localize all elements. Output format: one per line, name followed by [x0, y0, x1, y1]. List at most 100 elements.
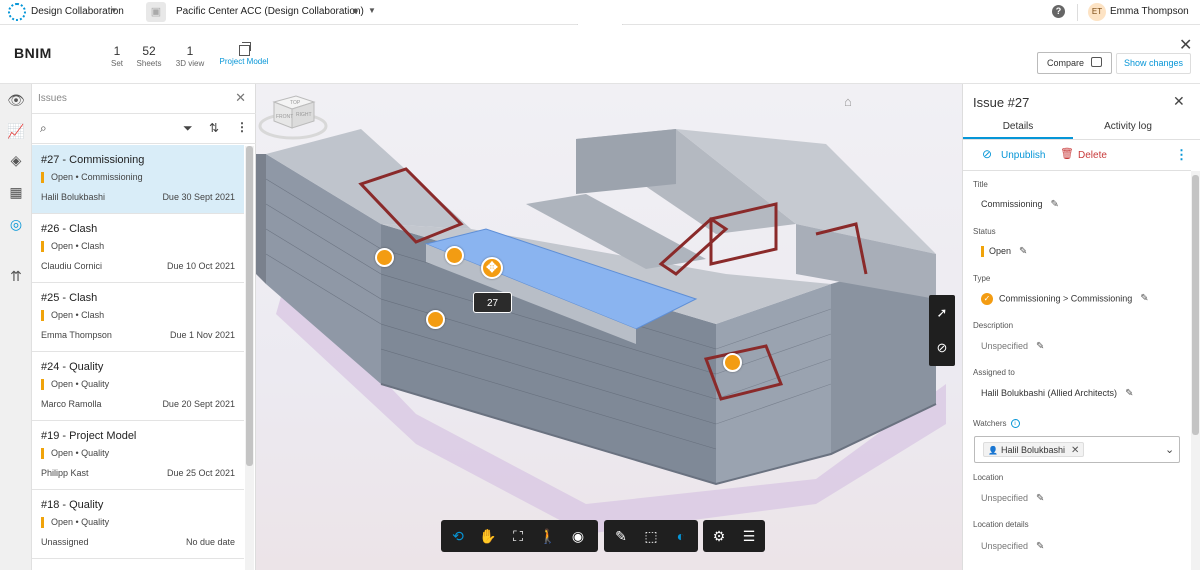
pencil-icon[interactable]: ✎: [1036, 341, 1044, 352]
pencil-icon[interactable]: ✎: [1036, 493, 1044, 504]
location-details-field[interactable]: Unspecified ✎: [981, 541, 1044, 552]
gear-icon[interactable]: ⚙: [704, 520, 734, 552]
assigned-to-field[interactable]: Halil Bolukbashi (Allied Architects) ✎: [981, 388, 1133, 399]
issue-pin[interactable]: [445, 246, 464, 265]
location-field[interactable]: Unspecified ✎: [981, 493, 1044, 504]
issue-list-item[interactable]: #24 - Quality Open • Quality Marco Ramol…: [32, 352, 244, 421]
issue-pin[interactable]: [723, 353, 742, 372]
issue-due-date: Due 25 Oct 2021: [166, 468, 235, 478]
document-title: BNIM: [14, 45, 52, 61]
close-icon[interactable]: ✕: [1179, 35, 1192, 55]
building-model[interactable]: [256, 84, 962, 570]
watchers-select[interactable]: 👤 Halil Bolukbashi ✕ ⌄: [974, 436, 1180, 463]
visibility-eye-icon[interactable]: 👁: [0, 86, 32, 114]
pencil-icon[interactable]: ✎: [1019, 246, 1027, 257]
orbit-icon[interactable]: ⟲: [443, 520, 473, 552]
issue-status: Open • Clash: [41, 241, 104, 252]
stat-sets[interactable]: 1 Set: [107, 44, 127, 68]
tab-details[interactable]: Details: [963, 121, 1073, 139]
scrollbar-thumb[interactable]: [1192, 175, 1199, 435]
pan-hand-icon[interactable]: ✋: [473, 520, 503, 552]
sheets-icon[interactable]: ▦: [0, 178, 32, 206]
compare-label: Compare: [1047, 58, 1085, 68]
location-details-label: Location details: [973, 520, 1029, 529]
compare-button[interactable]: Compare: [1037, 52, 1112, 74]
layers-icon[interactable]: ◈: [0, 146, 32, 174]
location-label: Location: [973, 473, 1004, 482]
issue-status: Open • Clash: [41, 310, 104, 321]
pencil-icon[interactable]: ✎: [1125, 388, 1133, 399]
pencil-icon[interactable]: ✎: [1051, 199, 1059, 210]
issue-title: #24 - Quality: [41, 361, 104, 373]
description-field[interactable]: Unspecified ✎: [981, 341, 1044, 352]
measure-chart-icon[interactable]: 📈: [0, 117, 32, 145]
delete-button[interactable]: Delete: [1078, 150, 1107, 161]
type-label: Type: [973, 274, 991, 283]
scrollbar-thumb[interactable]: [246, 146, 253, 466]
show-changes-button[interactable]: Show changes: [1116, 53, 1191, 74]
issue-pin[interactable]: [375, 248, 394, 267]
issue-list-item[interactable]: #25 - Clash Open • Clash Emma Thompson D…: [32, 283, 244, 352]
stat-label: 3D view: [175, 59, 205, 68]
filter-icon[interactable]: ⏷: [183, 121, 193, 136]
document-header: BNIM 1 Set 52 Sheets 1 3D view Project M…: [0, 25, 1200, 84]
issue-list-scrollbar[interactable]: [245, 146, 254, 570]
user-name[interactable]: Emma Thompson: [1110, 6, 1189, 17]
more-options-icon[interactable]: ⋮: [1175, 147, 1188, 163]
sort-icon[interactable]: ⇅: [209, 121, 219, 135]
detail-scrollbar[interactable]: [1191, 171, 1200, 570]
stat-sheets[interactable]: 52 Sheets: [134, 44, 164, 68]
issue-pin[interactable]: [426, 310, 445, 329]
properties-icon[interactable]: ☰: [734, 520, 764, 552]
issue-pin-move-icon[interactable]: ✥: [481, 257, 503, 279]
unpublish-eye-icon: ⊘: [982, 147, 993, 161]
first-person-icon[interactable]: 🚶: [533, 520, 563, 552]
caret-down-icon[interactable]: ▼: [110, 6, 118, 15]
app-logo-icon[interactable]: [8, 3, 26, 21]
issue-assignee: Philipp Kast: [41, 468, 89, 478]
more-options-icon[interactable]: ⋮: [236, 120, 248, 134]
view-cube[interactable]: TOP FRONT RIGHT: [256, 84, 330, 140]
3d-model-viewer[interactable]: ⌂ TOP FRONT RIGHT ✥ 27 ➚ ⊘ ⟲ ✋ ⛶ 🚶 ◉ ✎ ⬚…: [256, 84, 962, 570]
split-arrows-icon[interactable]: ⇈: [0, 262, 32, 290]
issue-list-item[interactable]: #26 - Clash Open • Clash Claudiu Cornici…: [32, 214, 244, 283]
info-icon[interactable]: i: [1010, 419, 1020, 429]
issue-pin-label[interactable]: 27: [473, 292, 512, 313]
issue-create-icon[interactable]: ⊘: [929, 331, 955, 365]
caret-down-icon[interactable]: ▼: [368, 6, 376, 15]
status-field[interactable]: Open ✎: [981, 246, 1027, 258]
trash-icon: 🗑: [1060, 148, 1074, 160]
home-view-icon[interactable]: ⌂: [844, 94, 852, 109]
help-icon[interactable]: ?: [1052, 5, 1065, 18]
fit-view-icon[interactable]: ⛶: [503, 520, 533, 552]
issue-list: #27 - Commissioning Open • Commissioning…: [32, 145, 244, 559]
avatar[interactable]: ET: [1088, 3, 1106, 21]
chevron-down-icon[interactable]: ⌄: [1165, 443, 1174, 456]
select-cursor-icon[interactable]: ➚: [929, 296, 955, 330]
stat-3d-views[interactable]: 1 3D view: [173, 44, 207, 68]
markup-pencil-icon[interactable]: ✎: [606, 520, 636, 552]
tab-activity-log[interactable]: Activity log: [1073, 121, 1183, 139]
issues-check-icon[interactable]: ◎: [0, 210, 32, 238]
project-selector-label[interactable]: Pacific Center ACC (Design Collaboration…: [176, 6, 364, 17]
visibility-eye-icon[interactable]: ◐: [666, 520, 696, 552]
title-field[interactable]: Commissioning ✎: [981, 199, 1059, 210]
stat-project-model[interactable]: Project Model: [215, 42, 273, 66]
issue-due-date: No due date: [185, 537, 235, 547]
unpublish-button[interactable]: Unpublish: [1001, 150, 1045, 161]
section-box-icon[interactable]: ⬚: [636, 520, 666, 552]
issue-title: #25 - Clash: [41, 292, 98, 304]
pencil-icon[interactable]: ✎: [1140, 293, 1148, 304]
close-icon[interactable]: ✕: [1173, 93, 1185, 110]
type-field[interactable]: ✓ Commissioning > Commissioning ✎: [981, 293, 1149, 305]
pencil-icon[interactable]: ✎: [1036, 541, 1044, 552]
issue-list-item[interactable]: #19 - Project Model Open • Quality Phili…: [32, 421, 244, 490]
issue-list-item[interactable]: #18 - Quality Open • Quality Unassigned …: [32, 490, 244, 559]
issue-status: Open • Quality: [41, 379, 109, 390]
project-thumbnail-icon[interactable]: ▣: [146, 2, 166, 22]
search-icon[interactable]: ⌕: [40, 121, 47, 136]
issue-list-item[interactable]: #27 - Commissioning Open • Commissioning…: [32, 145, 244, 214]
remove-chip-icon[interactable]: ✕: [1071, 445, 1079, 456]
camera-icon[interactable]: ◉: [563, 520, 593, 552]
close-icon[interactable]: ✕: [235, 90, 246, 106]
